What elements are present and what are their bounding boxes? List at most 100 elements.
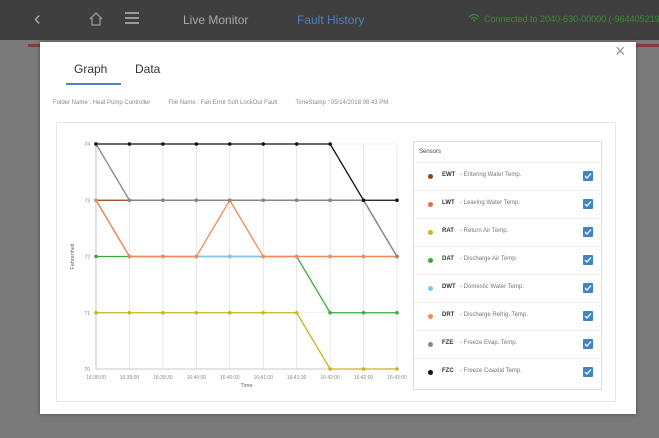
legend-item-drt[interactable]: DRT - Discharge Refrig. Temp.	[414, 302, 603, 329]
data-point-fzc	[361, 198, 366, 203]
sensor-checkbox[interactable]	[583, 367, 593, 377]
series-marker-icon	[428, 286, 433, 291]
x-axis-label: Time	[240, 383, 252, 389]
connection-status: Connected to 2040-630-00000 (-9644052193…	[484, 14, 659, 24]
series-marker-icon	[428, 258, 433, 263]
data-point-fze	[127, 198, 132, 203]
series-marker-icon	[428, 202, 433, 207]
sensor-checkbox[interactable]	[583, 255, 593, 265]
checkmark-icon	[584, 173, 592, 179]
fault-history-tab[interactable]: Fault History	[297, 13, 364, 27]
x-tick-label: 16:39:30	[153, 375, 173, 381]
x-tick-label: 16:38:00	[86, 375, 106, 381]
data-point-drt	[261, 254, 266, 259]
data-point-fzc	[94, 142, 98, 146]
checkmark-icon	[584, 229, 592, 235]
data-point-fze	[227, 198, 232, 203]
series-line-fze	[95, 143, 398, 257]
sensor-description: - Entering Water Temp.	[460, 172, 522, 178]
legend-item-lwt[interactable]: LWT - Leaving Water Temp.	[414, 190, 603, 217]
sensor-description: - Leaving Water Temp.	[460, 200, 521, 206]
y-tick-label: 74	[84, 142, 90, 148]
data-point-fze	[194, 198, 199, 203]
data-point-dat	[328, 310, 332, 315]
data-point-dat	[395, 310, 399, 315]
y-tick-label: 71	[84, 311, 90, 317]
data-point-rat	[328, 367, 332, 371]
data-point-fzc	[194, 142, 199, 146]
series-line-drt	[95, 198, 397, 258]
data-point-fzc	[127, 142, 132, 146]
sensors-legend: Sensors EWT - Entering Water Temp. LWT - Le…	[413, 141, 603, 390]
checkmark-icon	[584, 369, 592, 375]
series-line-dat	[96, 255, 397, 314]
series-marker-icon	[428, 370, 433, 375]
x-tick-label: 16:40:00	[187, 375, 207, 381]
sensor-checkbox[interactable]	[583, 311, 593, 321]
data-point-rat	[194, 310, 199, 315]
series-line-fzc	[96, 143, 397, 201]
menu-icon[interactable]	[125, 12, 139, 27]
sensor-checkbox[interactable]	[583, 283, 593, 293]
series-marker-icon	[428, 230, 433, 235]
data-point-fzc	[161, 142, 165, 146]
y-tick-label: 70	[84, 367, 90, 373]
checkmark-icon	[584, 313, 592, 319]
legend-item-dat[interactable]: DAT - Discharge Air Temp.	[414, 246, 603, 273]
data-point-drt	[127, 254, 132, 259]
x-tick-label: 16:42:00	[320, 375, 340, 381]
series-marker-icon	[428, 342, 433, 347]
data-point-rat	[161, 310, 165, 315]
x-tick-label: 16:42:00	[354, 375, 374, 381]
data-point-dat	[361, 310, 366, 315]
data-point-drt	[94, 198, 98, 203]
sensor-checkbox[interactable]	[583, 339, 593, 349]
legend-item-ewt[interactable]: EWT - Entering Water Temp.	[414, 162, 603, 189]
sensor-description: - Discharge Air Temp.	[460, 256, 518, 262]
legend-item-fze[interactable]: FZE - Freeze Evap. Temp.	[414, 330, 603, 357]
home-icon[interactable]	[88, 11, 104, 27]
legend-item-dwt[interactable]: DWT - Domestic Water Temp.	[414, 274, 603, 301]
x-tick-label: 16:43:00	[387, 375, 407, 381]
data-point-drt	[328, 254, 332, 259]
sensor-checkbox[interactable]	[583, 227, 593, 237]
sensor-description: - Freeze Evap. Temp.	[460, 340, 518, 346]
data-point-fzc	[294, 142, 299, 146]
legend-item-rat[interactable]: RAT - Return Air Temp.	[414, 218, 603, 245]
legend-title: Sensors	[419, 149, 442, 155]
checkmark-icon	[584, 257, 592, 263]
chevron-left-icon[interactable]: ‹	[34, 8, 41, 31]
series-marker-icon	[428, 314, 433, 319]
data-point-rat	[94, 310, 98, 315]
live-monitor-tab[interactable]: Live Monitor	[183, 13, 248, 27]
data-point-fze	[395, 254, 399, 259]
data-point-fzc	[328, 142, 332, 146]
x-tick-label: 16:40:30	[220, 375, 240, 381]
sensor-description: - Domestic Water Temp.	[460, 284, 525, 290]
data-point-fzc	[261, 142, 266, 146]
data-point-fze	[328, 198, 332, 203]
data-point-fze	[161, 198, 165, 203]
sensor-code: DAT	[442, 256, 454, 262]
data-point-drt	[294, 254, 299, 259]
y-tick-label: 72	[84, 255, 90, 261]
sensor-code: RAT	[442, 228, 454, 234]
sensor-description: - Discharge Refrig. Temp.	[460, 312, 528, 318]
data-point-rat	[294, 310, 299, 315]
sensor-code: LWT	[442, 200, 455, 206]
data-point-dat	[94, 254, 98, 259]
fault-graph-dialog: × Graph Data Folder Name : Heat Pump Con…	[40, 42, 636, 414]
sensor-checkbox[interactable]	[583, 199, 593, 209]
data-point-fzc	[227, 142, 232, 146]
data-point-fze	[261, 198, 266, 203]
sensor-description: - Freeze Coaxial Temp.	[460, 368, 522, 374]
x-tick-label: 16:41:30	[287, 375, 307, 381]
legend-item-fzc[interactable]: FZC - Freeze Coaxial Temp.	[414, 358, 603, 385]
data-point-fze	[294, 198, 299, 203]
data-point-rat	[395, 367, 399, 371]
data-point-drt	[361, 254, 366, 259]
data-point-rat	[227, 310, 232, 315]
sensor-code: FZE	[442, 340, 454, 346]
sensor-checkbox[interactable]	[583, 171, 593, 181]
wifi-icon	[468, 13, 480, 22]
